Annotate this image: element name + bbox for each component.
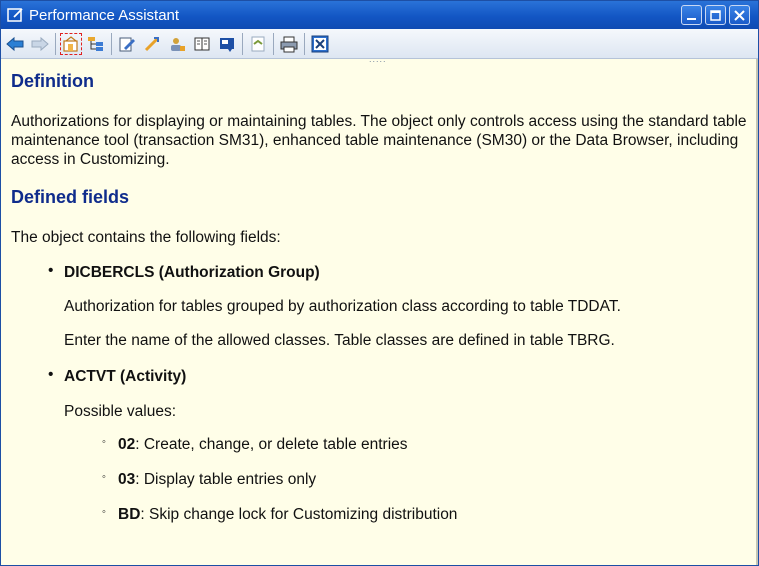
fields-intro: The object contains the following fields…	[11, 229, 281, 246]
edit-icon[interactable]	[116, 33, 138, 55]
list-bullet: •	[48, 366, 54, 383]
technical-info-icon[interactable]	[60, 32, 82, 55]
favorites-icon[interactable]	[247, 33, 269, 55]
value-text: : Display table entries only	[135, 471, 317, 488]
glossary-icon[interactable]	[216, 33, 238, 55]
toolbar-separator	[304, 32, 305, 55]
toolbar-separator	[55, 32, 56, 55]
title-bar[interactable]: Performance Assistant	[1, 1, 758, 29]
toolbar-separator	[242, 32, 243, 55]
sub-bullet: ◦	[102, 506, 106, 518]
possible-values-label: Possible values:	[64, 403, 177, 420]
value-code: BD	[118, 506, 141, 523]
field-name-actvt: ACTVT (Activity)	[64, 368, 187, 385]
toolbar-separator	[273, 32, 274, 55]
minimize-icon[interactable]	[681, 5, 702, 25]
structure-icon[interactable]	[85, 33, 107, 55]
user-icon[interactable]	[166, 33, 188, 55]
print-icon[interactable]	[278, 33, 300, 55]
defined-fields-heading: Defined fields	[11, 187, 130, 207]
value-code: 03	[118, 471, 136, 488]
window-title: Performance Assistant	[29, 6, 180, 24]
value-text: : Skip change lock for Customizing distr…	[140, 506, 458, 523]
definition-text: Authorizations for displaying or maintai…	[11, 113, 747, 168]
close-help-icon[interactable]	[309, 33, 331, 55]
vertical-scroll-edge[interactable]	[756, 59, 758, 565]
value-item: 03: Display table entries only	[118, 470, 316, 489]
close-icon[interactable]	[729, 5, 750, 25]
toolbar-grip[interactable]: .....	[369, 54, 387, 64]
toolbar-separator	[111, 32, 112, 55]
back-icon[interactable]	[4, 33, 26, 55]
sub-bullet: ◦	[102, 471, 106, 483]
performance-assistant-window: Performance Assistant ..... Definition A…	[0, 0, 759, 566]
book-icon[interactable]	[191, 33, 213, 55]
field-name-dicbercls: DICBERCLS (Authorization Group)	[64, 264, 320, 281]
link-icon[interactable]	[141, 33, 163, 55]
list-bullet: •	[48, 262, 54, 279]
field-description: Authorization for tables grouped by auth…	[64, 298, 621, 315]
value-item: 02: Create, change, or delete table entr…	[118, 435, 408, 454]
field-description: Enter the name of the allowed classes. T…	[64, 332, 615, 349]
maximize-icon[interactable]	[705, 5, 726, 25]
value-text: : Create, change, or delete table entrie…	[135, 436, 408, 453]
value-code: 02	[118, 436, 136, 453]
value-item: BD: Skip change lock for Customizing dis…	[118, 505, 457, 524]
app-icon	[7, 8, 23, 22]
forward-icon[interactable]	[29, 33, 51, 55]
sub-bullet: ◦	[102, 436, 106, 448]
definition-heading: Definition	[11, 71, 94, 91]
